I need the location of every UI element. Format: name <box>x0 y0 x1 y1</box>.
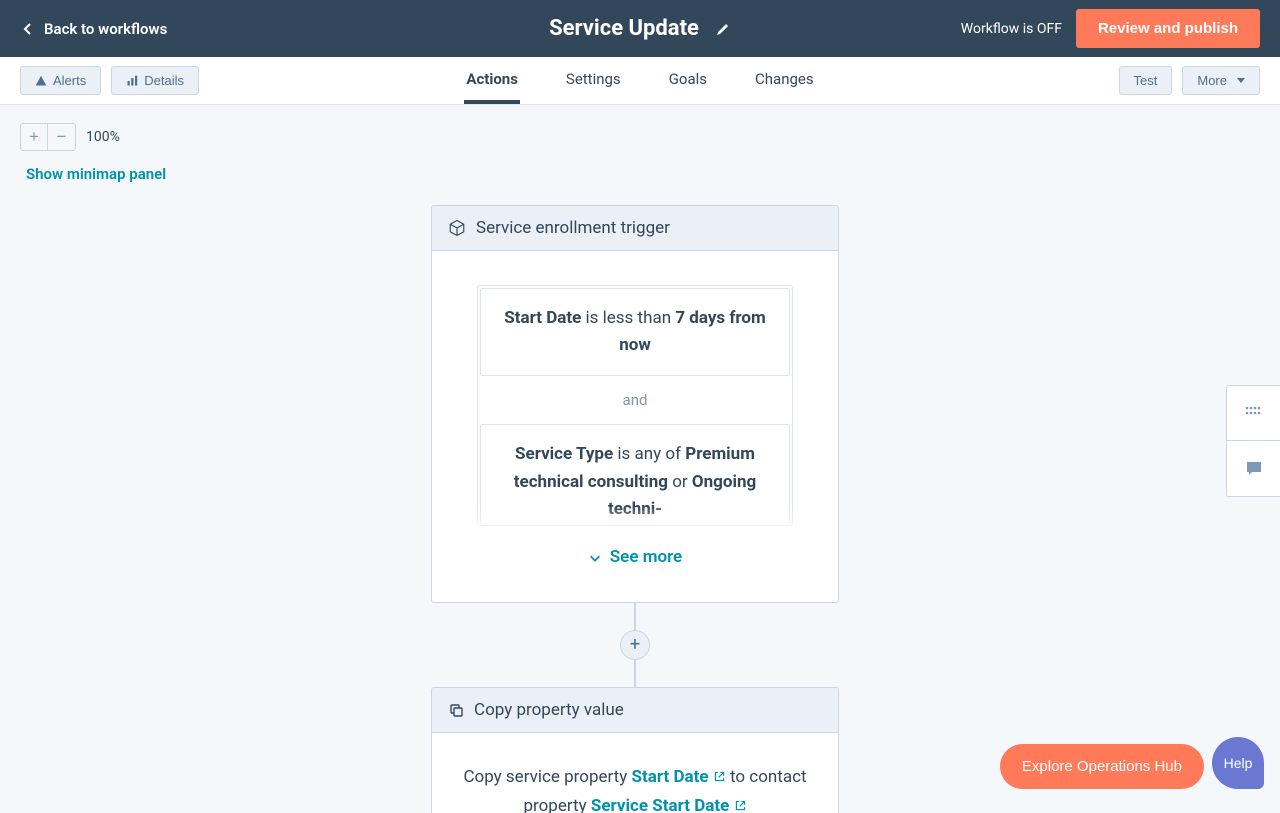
subnav-right: Test More <box>1119 66 1260 95</box>
and-label: and <box>480 388 790 412</box>
action-node-copy-property[interactable]: Copy property value Copy service propert… <box>431 687 839 813</box>
trigger-node[interactable]: Service enrollment trigger Start Date is… <box>431 205 839 603</box>
side-dock <box>1226 385 1280 497</box>
zoom-controls: + − 100% <box>20 123 120 151</box>
alerts-button[interactable]: Alerts <box>20 66 101 95</box>
tab-goals[interactable]: Goals <box>667 58 709 104</box>
trigger-condition-1[interactable]: Start Date is less than 7 days from now <box>480 288 790 376</box>
target-property-link[interactable]: Service Start Date <box>591 796 747 813</box>
connector-line <box>634 603 636 631</box>
zoom-in-button[interactable]: + <box>20 123 48 151</box>
minimap-icon-button[interactable] <box>1226 385 1280 441</box>
tab-changes[interactable]: Changes <box>753 58 816 104</box>
warning-icon <box>35 75 47 87</box>
zoom-level: 100% <box>86 129 120 145</box>
cube-icon <box>448 219 466 237</box>
chevron-left-icon <box>20 21 36 37</box>
alerts-label: Alerts <box>53 73 86 88</box>
subnav-bar: Alerts Details Actions Settings Goals Ch… <box>0 57 1280 105</box>
action-title: Copy property value <box>474 700 624 720</box>
details-label: Details <box>144 73 184 88</box>
external-link-icon <box>713 770 726 783</box>
workflow-canvas[interactable]: + − 100% Show minimap panel Service enro… <box>0 105 1280 813</box>
workflow-flow: Service enrollment trigger Start Date is… <box>431 205 839 813</box>
add-action-button[interactable]: + <box>620 630 650 660</box>
tab-settings[interactable]: Settings <box>564 58 623 104</box>
trigger-node-header: Service enrollment trigger <box>432 206 838 251</box>
minimap-toggle[interactable]: Show minimap panel <box>26 165 166 183</box>
trigger-filter-box: Start Date is less than 7 days from now … <box>477 285 793 526</box>
test-button[interactable]: Test <box>1119 66 1173 95</box>
more-button[interactable]: More <box>1182 66 1260 95</box>
back-label: Back to workflows <box>44 20 167 38</box>
comment-icon <box>1245 460 1263 478</box>
edit-icon[interactable] <box>715 21 731 37</box>
header-title-area: Service Update <box>549 16 731 41</box>
chevron-down-icon <box>588 551 602 565</box>
copy-icon <box>448 702 464 718</box>
comments-icon-button[interactable] <box>1226 441 1280 497</box>
header-right: Workflow is OFF Review and publish <box>961 9 1260 48</box>
connector-line <box>634 659 636 687</box>
external-link-icon <box>734 799 747 812</box>
tabs: Actions Settings Goals Changes <box>464 58 815 104</box>
grid-icon <box>1245 406 1263 420</box>
action-body: Copy service property Start Date to cont… <box>432 733 838 813</box>
zoom-out-button[interactable]: − <box>48 123 76 151</box>
workflow-title: Service Update <box>549 16 699 41</box>
explore-operations-hub-button[interactable]: Explore Operations Hub <box>1000 744 1204 789</box>
chevron-down-icon <box>1237 78 1245 83</box>
trigger-body: Start Date is less than 7 days from now … <box>432 251 838 602</box>
app-header: Back to workflows Service Update Workflo… <box>0 0 1280 57</box>
subnav-left: Alerts Details <box>20 66 199 95</box>
action-node-header: Copy property value <box>432 688 838 733</box>
see-more-link[interactable]: See more <box>588 544 682 571</box>
chart-icon <box>126 75 138 87</box>
review-publish-button[interactable]: Review and publish <box>1076 9 1260 48</box>
source-property-link[interactable]: Start Date <box>632 767 730 787</box>
workflow-status: Workflow is OFF <box>961 21 1062 37</box>
help-button[interactable]: Help <box>1212 737 1264 789</box>
fade-overlay <box>432 506 838 542</box>
details-button[interactable]: Details <box>111 66 199 95</box>
more-label: More <box>1197 73 1227 88</box>
trigger-title: Service enrollment trigger <box>476 218 670 238</box>
tab-actions[interactable]: Actions <box>464 58 520 104</box>
back-to-workflows-link[interactable]: Back to workflows <box>20 20 167 38</box>
